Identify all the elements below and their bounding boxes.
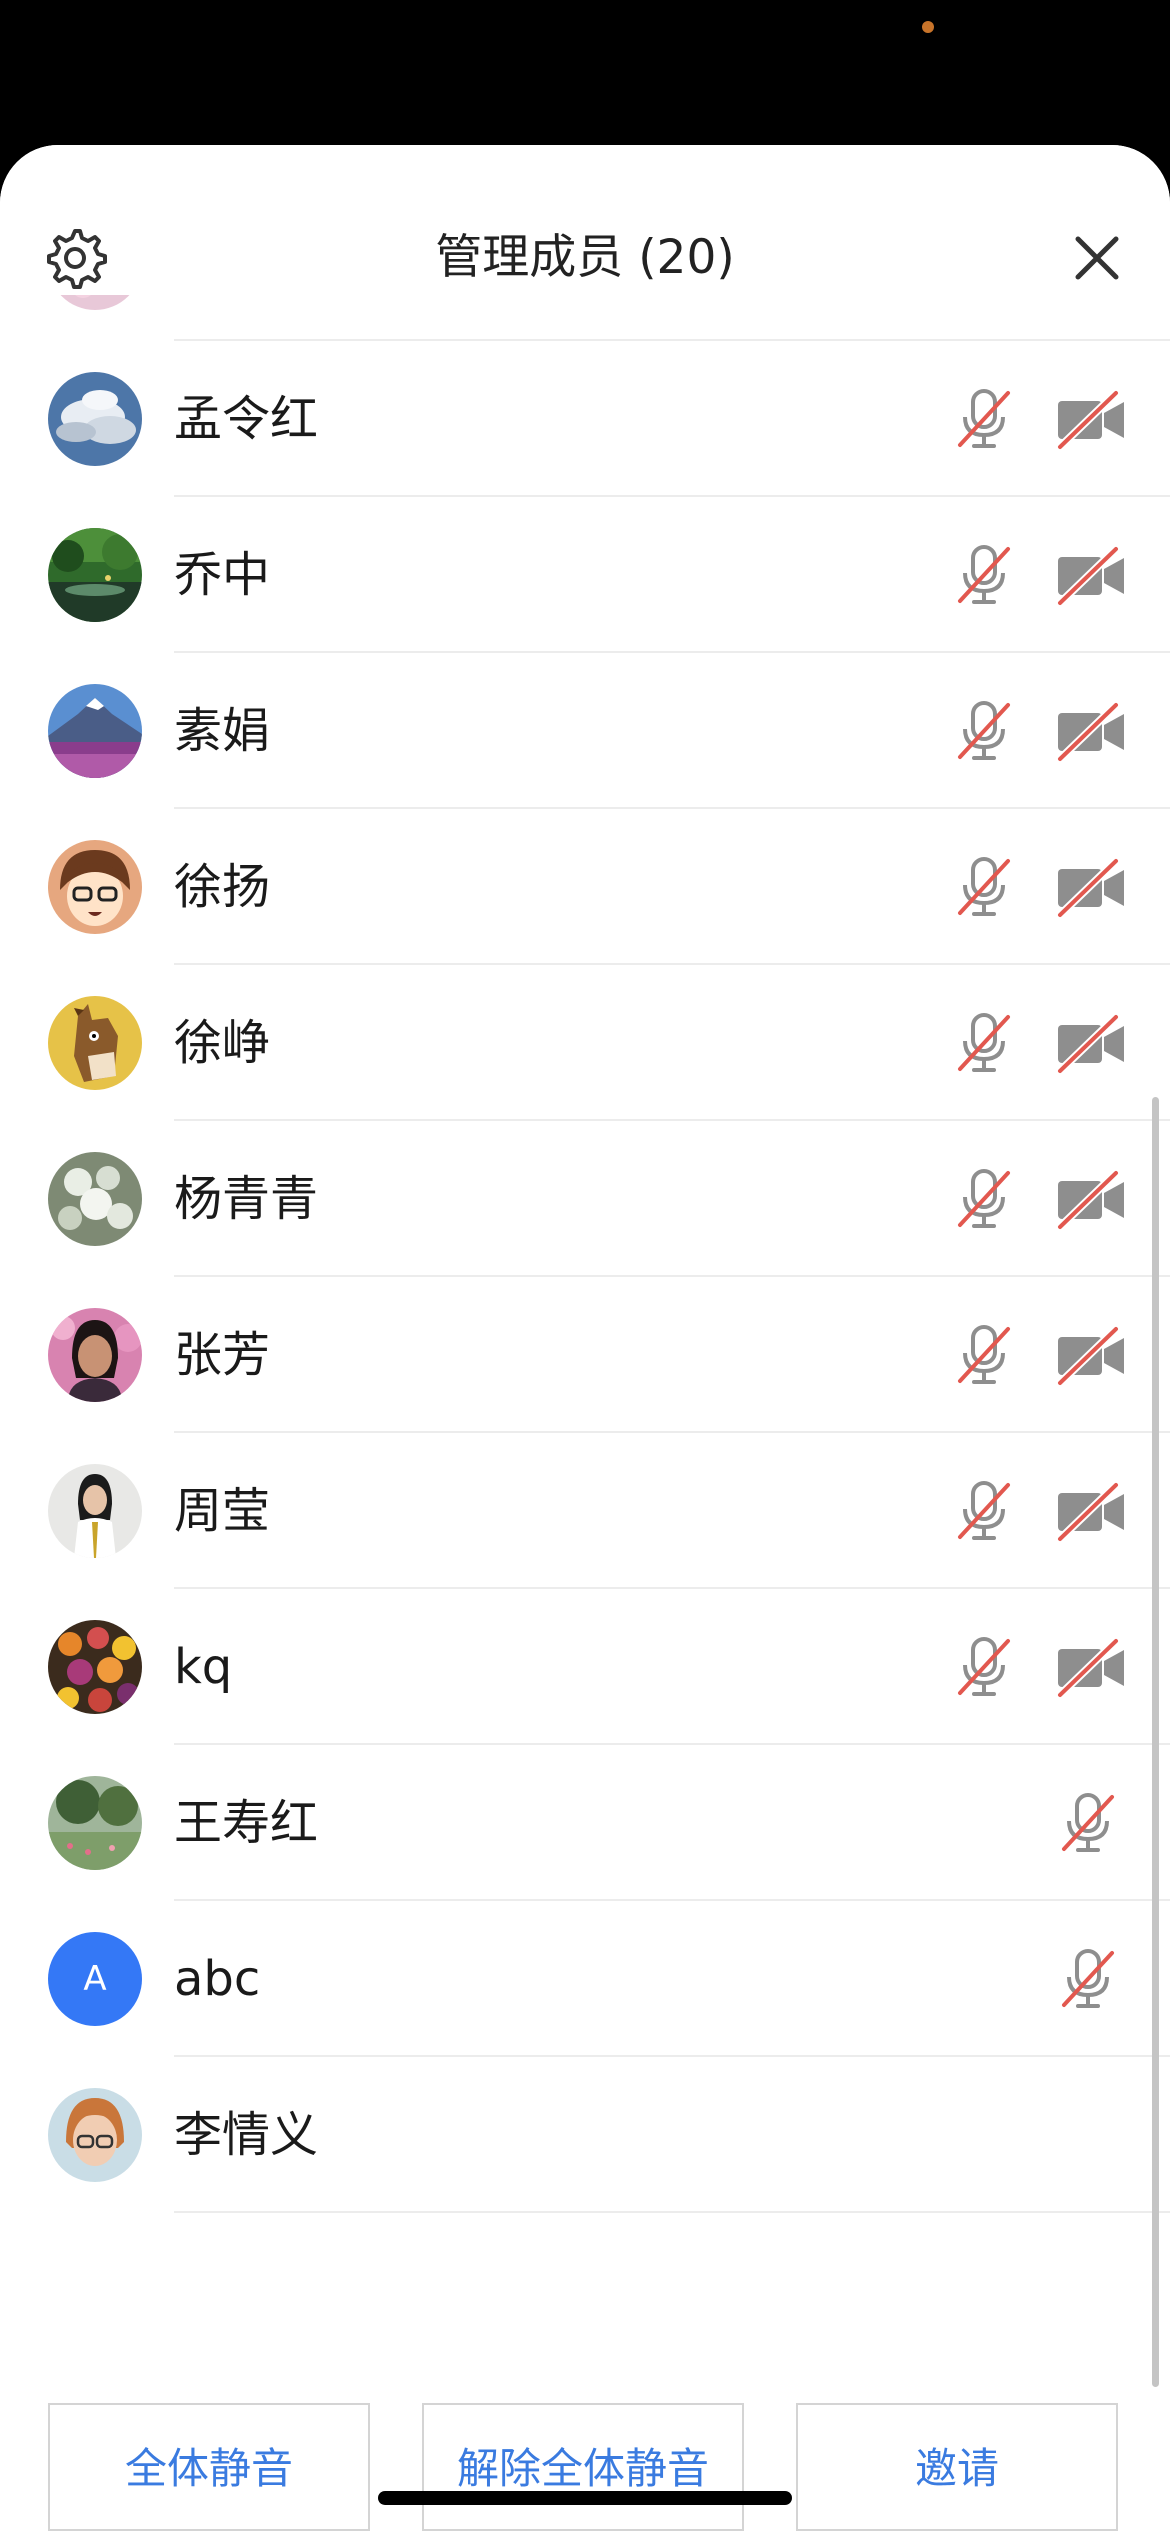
avatar: A bbox=[48, 1932, 142, 2026]
member-name: 张芳 bbox=[174, 1327, 271, 1383]
avatar bbox=[48, 840, 142, 934]
avatar bbox=[48, 372, 142, 466]
mic-muted-icon[interactable] bbox=[1054, 1789, 1122, 1857]
action-buttons: 全体静音 解除全体静音 邀请 bbox=[0, 2403, 1170, 2532]
member-row[interactable]: 徐峥 bbox=[0, 965, 1170, 1121]
member-name: 徐扬 bbox=[174, 859, 271, 915]
member-name: 素娟 bbox=[174, 703, 271, 759]
mute-all-button[interactable]: 全体静音 bbox=[48, 2403, 370, 2531]
avatar bbox=[48, 1152, 142, 1246]
mic-muted-icon[interactable] bbox=[950, 1009, 1018, 1077]
camera-off-icon[interactable] bbox=[1054, 853, 1128, 921]
avatar bbox=[48, 996, 142, 1090]
scrollbar[interactable] bbox=[1152, 1097, 1159, 2387]
member-name: 杨青青 bbox=[174, 1171, 319, 1227]
manage-members-sheet: 管理成员 (20) 李晓芳孟令红乔中素娟徐扬徐峥杨青青张芳周莹 kq 王寿红 Aabc… bbox=[0, 145, 1170, 2532]
member-name: 周莹 bbox=[174, 1483, 271, 1539]
mic-muted-icon[interactable] bbox=[950, 853, 1018, 921]
member-row[interactable]: 乔中 bbox=[0, 497, 1170, 653]
mic-muted-icon[interactable] bbox=[950, 385, 1018, 453]
camera-indicator-dot bbox=[922, 21, 934, 33]
mic-muted-icon[interactable] bbox=[950, 295, 1018, 297]
mic-muted-icon[interactable] bbox=[950, 541, 1018, 609]
mic-muted-icon[interactable] bbox=[1054, 1945, 1122, 2013]
member-name: kq bbox=[174, 1639, 233, 1695]
member-row[interactable]: 李晓芳 bbox=[0, 295, 1170, 341]
member-row[interactable]: 李情义 bbox=[0, 2057, 1170, 2213]
row-divider bbox=[174, 2211, 1170, 2213]
member-name: abc bbox=[174, 1951, 261, 2007]
member-name: 王寿红 bbox=[174, 1795, 319, 1851]
mic-muted-icon[interactable] bbox=[950, 1477, 1018, 1545]
avatar bbox=[48, 1620, 142, 1714]
avatar bbox=[48, 528, 142, 622]
avatar bbox=[48, 1308, 142, 1402]
unmute-all-button[interactable]: 解除全体静音 bbox=[422, 2403, 744, 2531]
avatar bbox=[48, 684, 142, 778]
member-row[interactable]: 张芳 bbox=[0, 1277, 1170, 1433]
camera-off-icon[interactable] bbox=[1054, 295, 1128, 297]
mic-muted-icon[interactable] bbox=[950, 1165, 1018, 1233]
member-row[interactable]: 杨青青 bbox=[0, 1121, 1170, 1277]
member-row[interactable]: 王寿红 bbox=[0, 1745, 1170, 1901]
sheet-header: 管理成员 (20) bbox=[0, 145, 1170, 295]
invite-button[interactable]: 邀请 bbox=[796, 2403, 1118, 2531]
member-row[interactable]: 周莹 bbox=[0, 1433, 1170, 1589]
avatar bbox=[48, 1776, 142, 1870]
avatar bbox=[48, 2088, 142, 2182]
member-row[interactable]: 孟令红 bbox=[0, 341, 1170, 497]
camera-off-icon[interactable] bbox=[1054, 697, 1128, 765]
mic-muted-icon[interactable] bbox=[950, 697, 1018, 765]
mic-muted-icon[interactable] bbox=[950, 1321, 1018, 1389]
camera-off-icon[interactable] bbox=[1054, 385, 1128, 453]
camera-off-icon[interactable] bbox=[1054, 1165, 1128, 1233]
avatar bbox=[48, 295, 142, 310]
camera-off-icon[interactable] bbox=[1054, 541, 1128, 609]
member-list[interactable]: 李晓芳孟令红乔中素娟徐扬徐峥杨青青张芳周莹 kq 王寿红 Aabc 李情义 bbox=[0, 295, 1170, 2385]
member-row[interactable]: 素娟 bbox=[0, 653, 1170, 809]
member-name: 李情义 bbox=[174, 2107, 319, 2163]
close-icon[interactable] bbox=[1068, 229, 1126, 287]
member-row[interactable]: Aabc bbox=[0, 1901, 1170, 2057]
home-indicator[interactable] bbox=[378, 2491, 792, 2505]
member-row[interactable]: kq bbox=[0, 1589, 1170, 1745]
member-name: 徐峥 bbox=[174, 1015, 271, 1071]
page-title: 管理成员 (20) bbox=[435, 230, 735, 285]
member-name: 乔中 bbox=[174, 547, 271, 603]
member-name: 孟令红 bbox=[174, 391, 319, 447]
camera-off-icon[interactable] bbox=[1054, 1009, 1128, 1077]
camera-off-icon[interactable] bbox=[1054, 1477, 1128, 1545]
camera-off-icon[interactable] bbox=[1054, 1321, 1128, 1389]
camera-off-icon[interactable] bbox=[1054, 1633, 1128, 1701]
mic-muted-icon[interactable] bbox=[950, 1633, 1018, 1701]
member-name: 李晓芳 bbox=[174, 295, 318, 341]
member-row[interactable]: 徐扬 bbox=[0, 809, 1170, 965]
avatar bbox=[48, 1464, 142, 1558]
